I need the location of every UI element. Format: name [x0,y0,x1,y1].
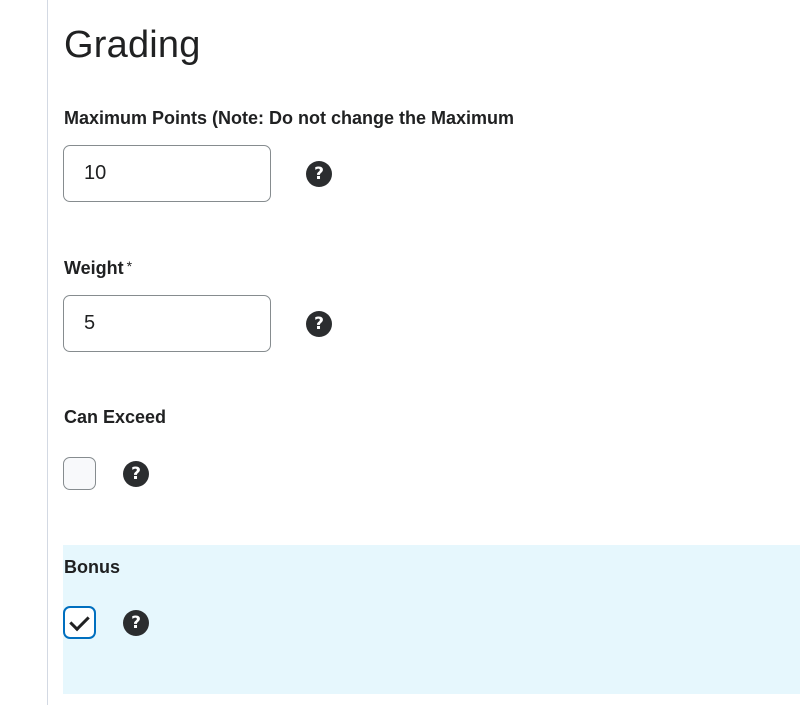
question-circle-icon[interactable]: ? [123,610,149,636]
can-exceed-label: Can Exceed [64,407,167,427]
bonus-checkbox[interactable] [63,606,96,639]
max-points-label: Maximum Points (Note: Do not change the … [64,108,515,128]
question-circle-icon[interactable]: ? [123,461,149,487]
weight-label: Weight * [64,256,132,280]
weight-input[interactable] [63,295,271,352]
bonus-label: Bonus [64,557,120,577]
can-exceed-checkbox[interactable] [63,457,96,490]
page-title: Grading [64,24,201,66]
checkmark-icon [69,610,90,632]
required-marker: * [126,258,133,274]
weight-label-text: Weight [64,258,124,278]
max-points-input[interactable] [63,145,271,202]
question-circle-icon[interactable]: ? [306,311,332,337]
left-divider [47,0,48,705]
bonus-highlight-panel [63,545,800,694]
question-circle-icon[interactable]: ? [306,161,332,187]
